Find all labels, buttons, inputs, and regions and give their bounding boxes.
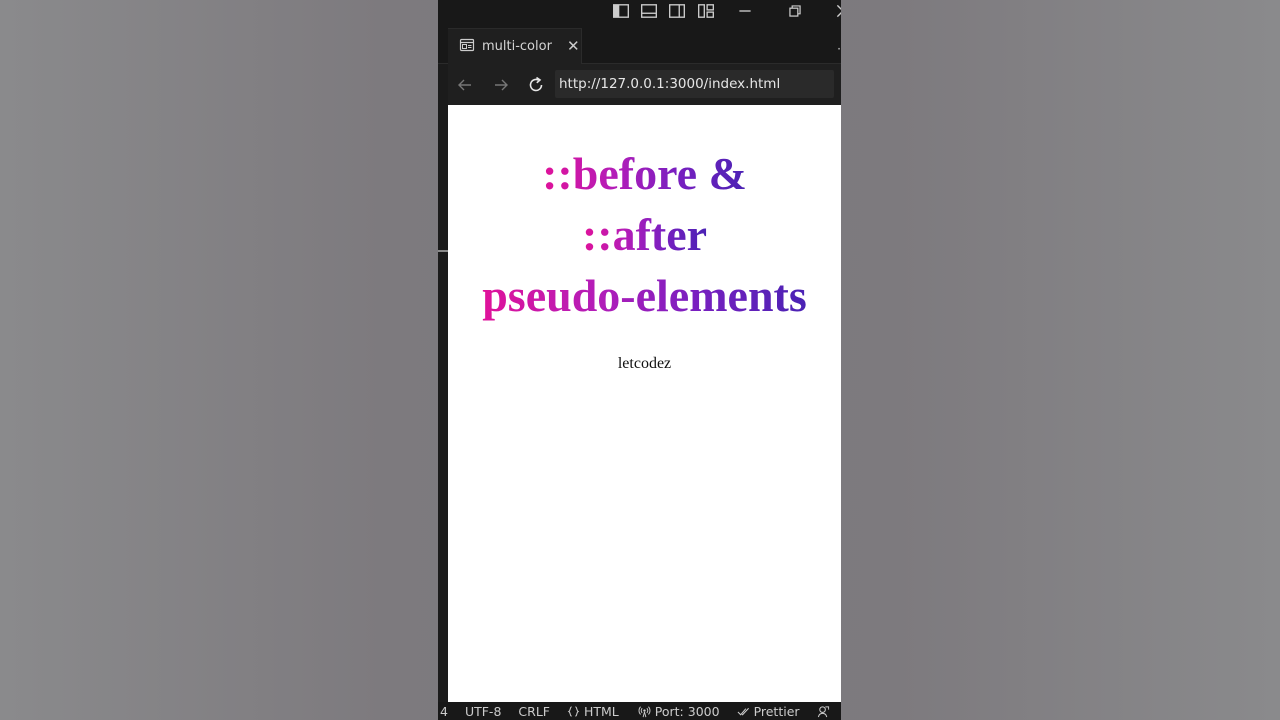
reload-icon[interactable] xyxy=(526,75,546,95)
status-encoding[interactable]: UTF-8 xyxy=(465,704,501,719)
heading-line: pseudo-elements xyxy=(482,270,807,321)
status-port-label: Port: 3000 xyxy=(654,703,720,719)
page-heading: ::before & ::after pseudo-elements xyxy=(448,143,841,326)
back-arrow-icon[interactable] xyxy=(455,75,475,95)
status-formatter-label: Prettier xyxy=(753,703,800,719)
status-line-fragment[interactable]: 4 xyxy=(440,704,448,719)
tab-bar: multi-color ✕ · xyxy=(438,26,841,64)
tab-close-icon[interactable]: ✕ xyxy=(567,39,580,54)
status-language[interactable]: HTML xyxy=(567,704,619,719)
status-language-label: HTML xyxy=(583,703,619,719)
status-eol[interactable]: CRLF xyxy=(518,704,550,719)
status-port[interactable]: Port: 3000 xyxy=(638,704,720,719)
more-actions-icon[interactable]: · xyxy=(837,42,841,56)
restore-icon[interactable] xyxy=(786,2,804,20)
feedback-icon[interactable] xyxy=(817,705,830,718)
close-icon[interactable] xyxy=(834,2,841,20)
forward-arrow-icon[interactable] xyxy=(491,75,511,95)
toggle-primary-sidebar-icon[interactable] xyxy=(612,2,630,20)
minimize-icon[interactable] xyxy=(736,2,754,20)
preview-icon xyxy=(459,37,475,57)
toggle-secondary-sidebar-icon[interactable] xyxy=(668,2,686,20)
heading-line: ::before & xyxy=(542,148,747,199)
heading-line: ::after xyxy=(581,209,708,260)
customize-layout-icon[interactable] xyxy=(697,2,715,20)
tab-title: multi-color xyxy=(482,39,552,54)
activity-rail xyxy=(438,26,448,720)
broadcast-icon xyxy=(638,705,651,718)
double-check-icon xyxy=(737,705,750,718)
status-bar: 4 UTF-8 CRLF HTML Port: 3000 Prettier xyxy=(438,702,841,720)
tab-multi-color[interactable]: multi-color ✕ xyxy=(448,28,582,64)
braces-icon xyxy=(567,705,580,718)
vscode-window: multi-color ✕ · http://127.0.0.1:3000/in… xyxy=(438,0,841,720)
status-formatter[interactable]: Prettier xyxy=(737,704,800,719)
title-bar xyxy=(438,0,841,26)
rail-indicator xyxy=(438,250,448,252)
page-subtitle: letcodez xyxy=(617,355,672,372)
browser-toolbar: http://127.0.0.1:3000/index.html xyxy=(448,64,841,105)
page-viewport: ::before & ::after pseudo-elements letco… xyxy=(448,105,841,702)
toggle-panel-icon[interactable] xyxy=(640,2,658,20)
url-input[interactable]: http://127.0.0.1:3000/index.html xyxy=(555,70,834,98)
